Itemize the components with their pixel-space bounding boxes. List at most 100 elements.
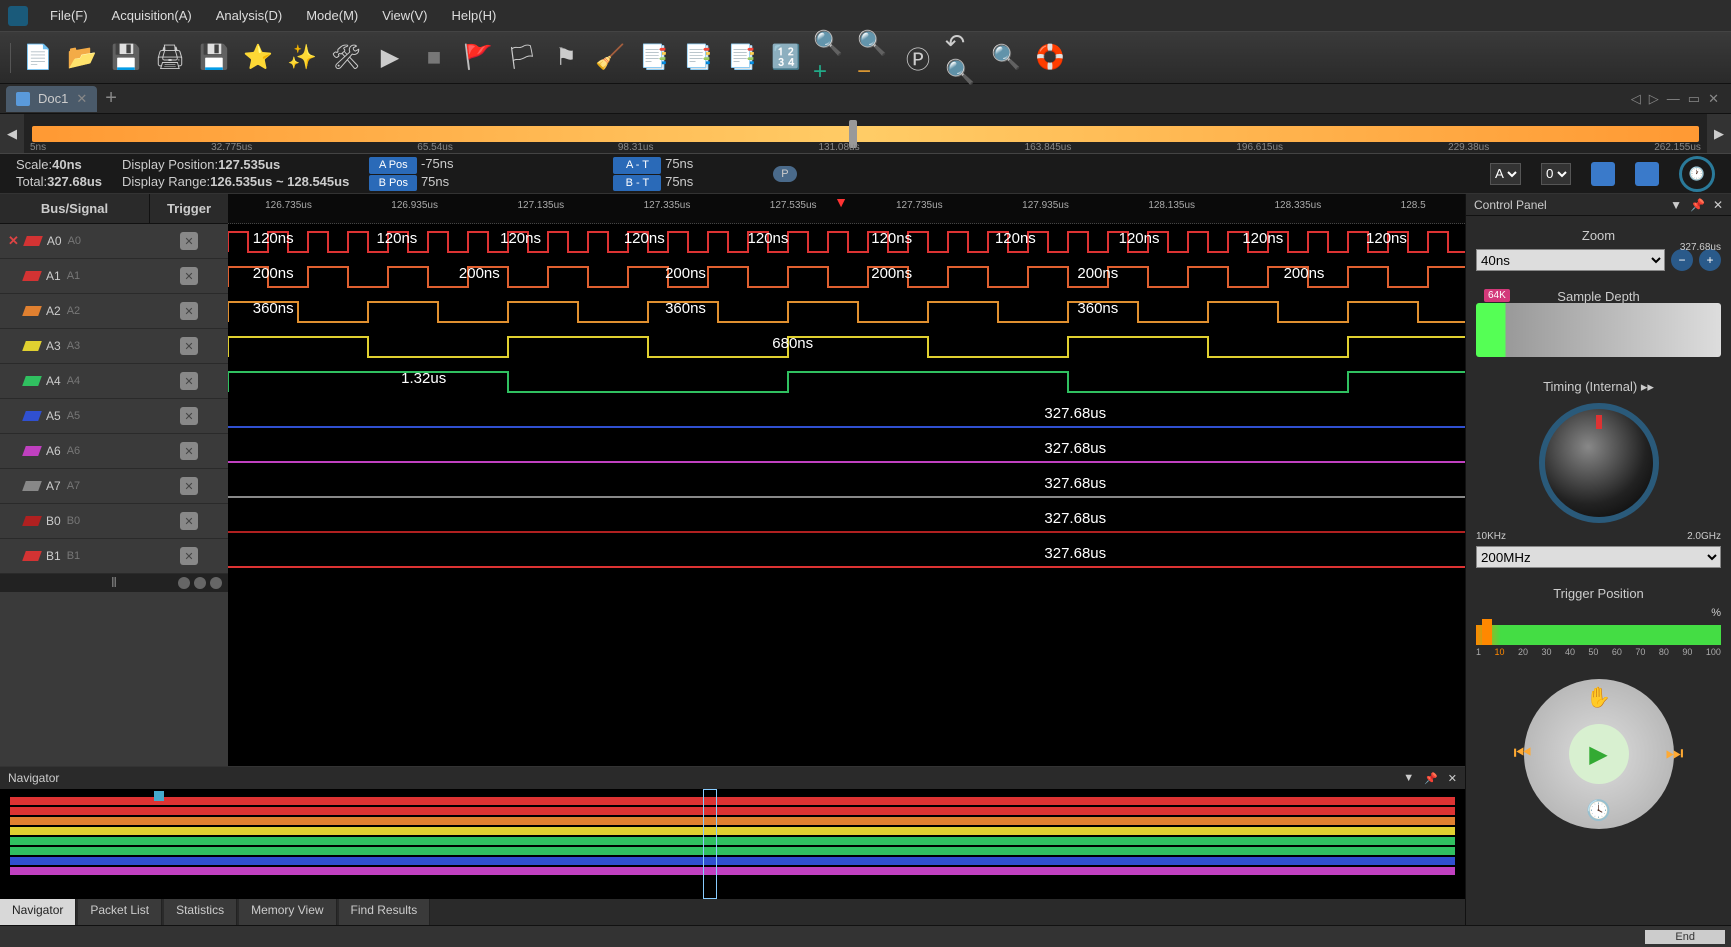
signal-row[interactable]: B0 B0: [0, 504, 228, 539]
trigger-scale-tick: 70: [1635, 647, 1645, 657]
signal-row[interactable]: A3 A3: [0, 329, 228, 364]
trigger-checkbox[interactable]: [180, 512, 198, 530]
menu-file[interactable]: File(F): [38, 0, 100, 32]
marker-a-icon[interactable]: [1591, 162, 1615, 186]
pin-icon[interactable]: 📌: [1424, 772, 1438, 785]
navigator-tab[interactable]: Navigator: [0, 899, 76, 925]
frequency-knob[interactable]: [1539, 403, 1659, 523]
zoom-page-icon[interactable]: Ⓟ: [901, 41, 935, 75]
navigator-tab[interactable]: Packet List: [78, 899, 162, 925]
signal-row[interactable]: A4 A4: [0, 364, 228, 399]
delete-signal-icon[interactable]: ✕: [8, 233, 19, 249]
p-button[interactable]: P: [773, 166, 796, 182]
menu-analysis[interactable]: Analysis(D): [204, 0, 294, 32]
trigger-position-slider[interactable]: [1476, 625, 1721, 645]
waveform-canvas[interactable]: ▼ 126.735us126.935us127.135us127.335us12…: [228, 194, 1465, 766]
favorite-icon[interactable]: ⭐: [241, 41, 275, 75]
trigger-checkbox[interactable]: [180, 372, 198, 390]
menu-help[interactable]: Help(H): [440, 0, 509, 32]
trigger-checkbox[interactable]: [180, 267, 198, 285]
cp-close-icon[interactable]: ✕: [1713, 198, 1723, 212]
cursor-select-a[interactable]: A: [1490, 163, 1521, 185]
signal-name: B1: [46, 549, 61, 563]
flag-left-icon[interactable]: 🏳: [505, 41, 539, 75]
measurement-label: 120ns: [500, 230, 541, 247]
rewind-icon[interactable]: ⏮: [1514, 743, 1532, 766]
trigger-checkbox[interactable]: [180, 547, 198, 565]
flag-down-icon[interactable]: ⚑: [549, 41, 583, 75]
zoom-out-icon[interactable]: 🔍−: [857, 41, 891, 75]
cp-dropdown-icon[interactable]: ▼: [1670, 198, 1682, 212]
dropdown-icon[interactable]: ▼: [1403, 772, 1414, 785]
navigator-tab[interactable]: Statistics: [164, 899, 237, 925]
binary-icon[interactable]: 🔢: [769, 41, 803, 75]
signal-row[interactable]: B1 B1: [0, 539, 228, 574]
trigger-checkbox[interactable]: [180, 302, 198, 320]
documents-icon[interactable]: 📑: [725, 41, 759, 75]
close-tab-icon[interactable]: ✕: [76, 91, 87, 107]
zoom-in-icon[interactable]: 🔍+: [813, 41, 847, 75]
play-center-icon[interactable]: ▶: [1569, 724, 1629, 784]
wizard-icon[interactable]: ✨: [285, 41, 319, 75]
menu-view[interactable]: View(V): [370, 0, 439, 32]
tools-icon[interactable]: 🛠: [329, 41, 363, 75]
trigger-checkbox[interactable]: [180, 407, 198, 425]
maximize-icon[interactable]: ▭: [1688, 91, 1700, 107]
save-settings-icon[interactable]: 💾: [197, 41, 231, 75]
flag-add-icon[interactable]: 🚩: [461, 41, 495, 75]
clock-small-icon[interactable]: 🕓: [1586, 798, 1611, 823]
menu-acquisition[interactable]: Acquisition(A): [100, 0, 204, 32]
run-icon[interactable]: ▶: [373, 41, 407, 75]
signal-row[interactable]: A7 A7: [0, 469, 228, 504]
signal-row[interactable]: A1 A1: [0, 259, 228, 294]
stop-icon[interactable]: ■: [417, 41, 451, 75]
trigger-checkbox[interactable]: [180, 442, 198, 460]
hand-icon[interactable]: ✋: [1586, 685, 1611, 710]
next-tab-icon[interactable]: ▷: [1649, 91, 1659, 107]
clock-icon[interactable]: 🕐: [1679, 156, 1715, 192]
frequency-select[interactable]: 200MHz: [1476, 546, 1721, 568]
nav-wheel[interactable]: ✋ 🕓 ⏮ ⏭ ▶: [1524, 679, 1674, 829]
zoom-undo-icon[interactable]: ↶🔍: [945, 41, 979, 75]
signal-row[interactable]: A5 A5: [0, 399, 228, 434]
timing-expand-icon[interactable]: ▸▸: [1641, 379, 1654, 394]
signal-row[interactable]: A6 A6: [0, 434, 228, 469]
signal-scrollbar[interactable]: ⦀: [0, 574, 228, 592]
eraser-icon[interactable]: 🧹: [593, 41, 627, 75]
signal-row[interactable]: ✕A0 A0: [0, 224, 228, 259]
measurement-label: 120ns: [376, 230, 417, 247]
page-copy-icon[interactable]: 📑: [637, 41, 671, 75]
search-icon[interactable]: 🔍: [989, 41, 1023, 75]
prev-tab-icon[interactable]: ◁: [1631, 91, 1641, 107]
add-tab-button[interactable]: +: [105, 87, 117, 110]
trigger-checkbox[interactable]: [180, 232, 198, 250]
waveform-row: 327.68us: [228, 539, 1465, 574]
navigator-tab[interactable]: Memory View: [239, 899, 336, 925]
lifebuoy-icon[interactable]: 🛟: [1033, 41, 1067, 75]
cp-pin-icon[interactable]: 📌: [1690, 198, 1705, 212]
minimize-icon[interactable]: —: [1667, 91, 1680, 107]
menu-mode[interactable]: Mode(M): [294, 0, 370, 32]
document-tab[interactable]: Doc1 ✕: [6, 86, 97, 112]
navigator-handle[interactable]: [154, 791, 164, 801]
scroll-right-button[interactable]: ▶: [1707, 114, 1731, 153]
open-folder-icon[interactable]: 📂: [65, 41, 99, 75]
close-panel-icon[interactable]: ✕: [1708, 91, 1719, 107]
navigator-tab[interactable]: Find Results: [339, 899, 431, 925]
close-nav-icon[interactable]: ✕: [1448, 772, 1457, 785]
signal-row[interactable]: A2 A2: [0, 294, 228, 329]
scroll-left-button[interactable]: ◀: [0, 114, 24, 153]
trigger-checkbox[interactable]: [180, 477, 198, 495]
save-icon[interactable]: 💾: [109, 41, 143, 75]
trigger-checkbox[interactable]: [180, 337, 198, 355]
cursor-select-num[interactable]: 0: [1541, 163, 1571, 185]
print-icon[interactable]: 🖨: [153, 41, 187, 75]
sample-depth-bar[interactable]: 64K: [1476, 303, 1721, 357]
navigator-body[interactable]: [0, 789, 1465, 899]
fastforward-icon[interactable]: ⏭: [1666, 743, 1684, 766]
marker-b-icon[interactable]: [1635, 162, 1659, 186]
overview-track[interactable]: [32, 126, 1699, 142]
new-file-icon[interactable]: 📄: [21, 41, 55, 75]
navigator-cursor[interactable]: [703, 789, 717, 899]
pages-icon[interactable]: 📑: [681, 41, 715, 75]
